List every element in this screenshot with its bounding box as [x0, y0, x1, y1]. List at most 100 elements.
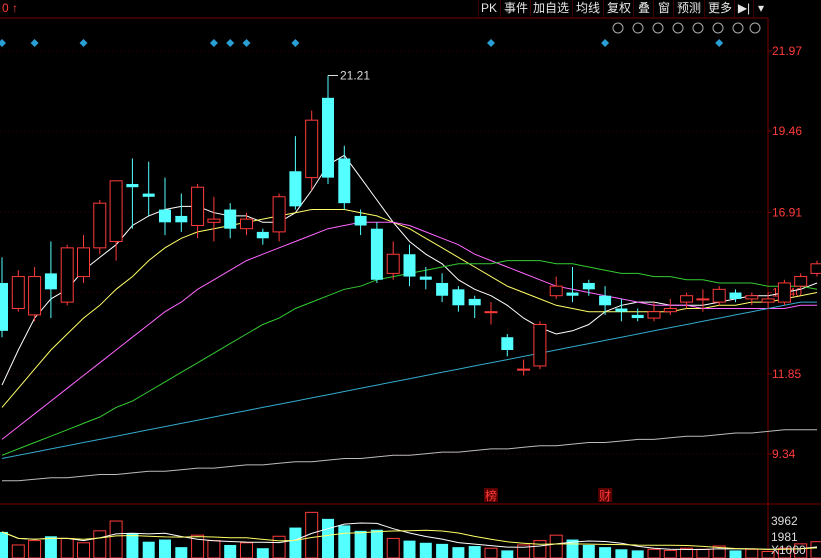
- volume-bar[interactable]: [272, 535, 286, 558]
- candle-body[interactable]: [142, 193, 155, 197]
- zoom-in-icon[interactable]: [732, 22, 744, 34]
- candle-body[interactable]: [533, 323, 547, 367]
- event-diamond-marker[interactable]: [209, 39, 218, 47]
- zoom-out-icon[interactable]: [712, 22, 724, 34]
- candle-body[interactable]: [761, 298, 775, 303]
- candle-body[interactable]: [191, 186, 205, 227]
- dropdown-arrow-icon[interactable]: ▾: [753, 0, 768, 17]
- candle-body[interactable]: [599, 295, 612, 306]
- volume-bar[interactable]: [240, 542, 253, 558]
- candle-body[interactable]: [370, 228, 383, 280]
- pin-panel-icon[interactable]: ▶|: [734, 0, 753, 17]
- candle-body[interactable]: [680, 295, 694, 303]
- volume-bar[interactable]: [93, 530, 107, 558]
- candle-body[interactable]: [338, 158, 351, 204]
- volume-bar[interactable]: [386, 537, 400, 558]
- volume-bar[interactable]: [403, 540, 416, 558]
- pk-button[interactable]: PK: [478, 0, 499, 17]
- candle-body[interactable]: [386, 253, 400, 274]
- candle-body[interactable]: [631, 314, 644, 319]
- volume-bar[interactable]: [729, 550, 742, 558]
- candle-body[interactable]: [729, 292, 742, 299]
- candle-body[interactable]: [322, 97, 334, 178]
- candle-body[interactable]: [126, 184, 139, 188]
- volume-bar[interactable]: [338, 525, 351, 558]
- candle-body[interactable]: [175, 215, 188, 223]
- settings-gear-icon[interactable]: [612, 22, 624, 34]
- event-diamond-marker[interactable]: [715, 39, 724, 47]
- candle-body[interactable]: [354, 215, 367, 226]
- candle-body[interactable]: [28, 276, 42, 316]
- candle-body[interactable]: [403, 254, 416, 277]
- volume-bar[interactable]: [745, 548, 759, 558]
- volume-bar[interactable]: [60, 537, 74, 558]
- volume-bar[interactable]: [663, 549, 677, 558]
- volume-bar[interactable]: [44, 536, 57, 558]
- volume-bar[interactable]: [175, 547, 188, 558]
- candle-body[interactable]: [615, 308, 628, 312]
- volume-bar[interactable]: [631, 550, 644, 558]
- volume-bar[interactable]: [615, 549, 628, 558]
- zoom-minus-icon[interactable]: [749, 22, 761, 34]
- volume-bar[interactable]: [289, 527, 302, 558]
- candle-body[interactable]: [77, 247, 90, 278]
- volume-bar[interactable]: [142, 541, 155, 558]
- candle-body[interactable]: [647, 311, 661, 319]
- candle-body[interactable]: [272, 196, 286, 233]
- volume-bar[interactable]: [501, 550, 514, 558]
- add-watchlist-button[interactable]: 加自选: [530, 0, 571, 17]
- volume-bar[interactable]: [696, 548, 710, 558]
- rights-button[interactable]: 复权: [603, 0, 634, 17]
- event-diamond-marker[interactable]: [291, 39, 300, 47]
- volume-bar[interactable]: [647, 548, 661, 558]
- volume-bar[interactable]: [207, 540, 221, 558]
- volume-bar[interactable]: [28, 540, 42, 558]
- candle-body[interactable]: [256, 231, 269, 239]
- candle-body[interactable]: [305, 119, 319, 179]
- volume-bar[interactable]: [484, 547, 498, 558]
- candle-body[interactable]: [109, 180, 123, 242]
- candle-body[interactable]: [777, 282, 791, 303]
- volume-bar[interactable]: [419, 542, 432, 558]
- volume-bar[interactable]: [322, 518, 334, 558]
- candle-body[interactable]: [810, 263, 821, 274]
- candle-body[interactable]: [224, 209, 237, 229]
- forecast-button[interactable]: 预测: [673, 0, 704, 17]
- candle-body[interactable]: [468, 298, 481, 306]
- candle-body[interactable]: [549, 285, 563, 297]
- volume-bar[interactable]: [533, 540, 547, 558]
- lock-icon[interactable]: [672, 22, 684, 34]
- volume-bar[interactable]: [370, 529, 383, 558]
- volume-bar[interactable]: [599, 547, 612, 558]
- kline-chart[interactable]: 21.9719.4616.9114.4011.859.3421.21榜财3962…: [0, 0, 821, 558]
- volume-bar[interactable]: [159, 539, 171, 558]
- candle-body[interactable]: [11, 276, 25, 309]
- event-diamond-marker[interactable]: [30, 39, 39, 47]
- candle-body[interactable]: [501, 337, 514, 350]
- volume-bar[interactable]: [354, 530, 367, 558]
- volume-bar[interactable]: [11, 544, 25, 558]
- volume-bar[interactable]: [126, 533, 139, 558]
- volume-bar[interactable]: [109, 520, 123, 558]
- candle-body[interactable]: [93, 202, 107, 249]
- brush-icon[interactable]: [632, 22, 644, 34]
- event-diamond-marker[interactable]: [79, 39, 88, 47]
- candle-body[interactable]: [240, 218, 253, 230]
- candle-body[interactable]: [289, 171, 302, 207]
- candle-body[interactable]: [207, 218, 221, 223]
- candle-body[interactable]: [60, 247, 74, 303]
- trash-icon[interactable]: [692, 22, 704, 34]
- event-diamond-marker[interactable]: [487, 39, 495, 47]
- candle-body[interactable]: [436, 282, 449, 296]
- volume-bar[interactable]: [224, 544, 237, 558]
- volume-bar[interactable]: [810, 541, 821, 558]
- candle-body[interactable]: [517, 368, 531, 371]
- candle-body[interactable]: [484, 311, 498, 314]
- window-button[interactable]: 窗: [653, 0, 674, 17]
- volume-bar[interactable]: [0, 531, 8, 558]
- overlay-button[interactable]: 叠: [633, 0, 654, 17]
- candle-body[interactable]: [419, 276, 432, 280]
- event-diamond-marker[interactable]: [0, 39, 6, 47]
- volume-bar[interactable]: [436, 543, 449, 558]
- candle-body[interactable]: [0, 282, 8, 331]
